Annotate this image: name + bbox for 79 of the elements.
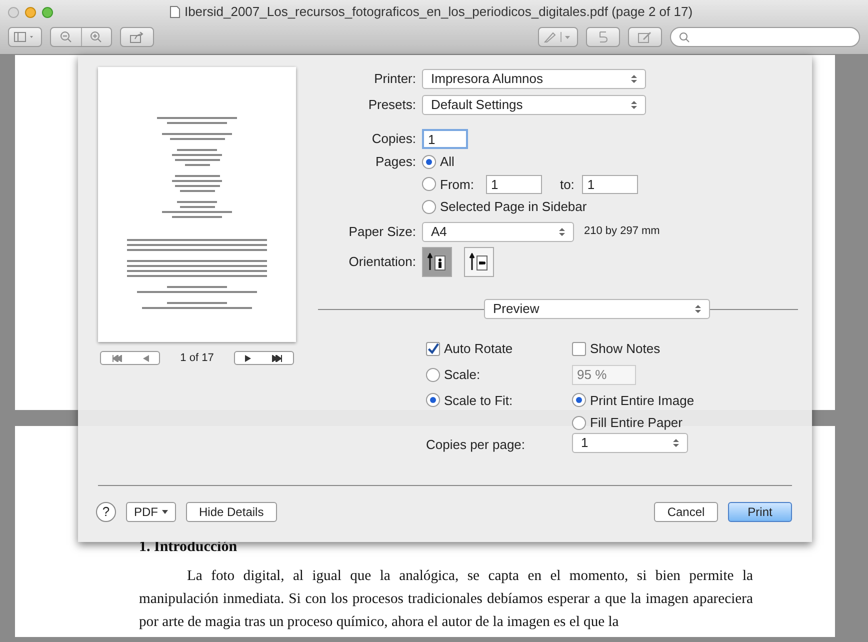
radio-label: Scale: <box>444 366 480 384</box>
radio-button[interactable] <box>422 200 436 214</box>
body-paragraph: La foto digital, al igual que la analógica, se capta en el momento, si bien permite la manipulación inmediata. Si con los procesos tradicionales debíamos esperar a que la imagen apareciera por arte de magia tras un proceso químico, ahora el autor de la imagen es el que la <box>139 566 753 632</box>
radio-label: Scale to Fit: <box>444 392 513 410</box>
field-label: Presets: <box>367 96 416 114</box>
radio-label: From: <box>440 176 474 194</box>
radio-button[interactable] <box>426 393 440 408</box>
checkbox-label: Show Notes <box>590 340 660 358</box>
zoom-out-icon[interactable] <box>60 31 72 43</box>
share-icon <box>130 32 144 42</box>
radio-label: Selected Page in Sidebar <box>440 198 587 216</box>
checkbox-label: Auto Rotate <box>444 340 513 358</box>
edit-icon <box>638 31 652 43</box>
window-title: Ibersid_2007_Los_recursos_fotograficos_en_los_periodicos_digitales.pdf (page 2 of 17) <box>184 3 693 22</box>
search-field[interactable] <box>670 27 860 47</box>
radio-button[interactable] <box>572 416 586 430</box>
radio-label: All <box>440 153 454 171</box>
help-button[interactable]: ? <box>96 502 116 522</box>
cancel-button[interactable]: Cancel <box>654 502 718 522</box>
field-label: Copies per page: <box>426 436 526 454</box>
checkbox[interactable] <box>572 342 586 356</box>
stepper-arrows-icon <box>631 74 637 84</box>
field-label: Pages: <box>374 153 416 171</box>
edit-button[interactable] <box>628 27 662 47</box>
zoom-control[interactable] <box>50 27 112 47</box>
stepper-arrows-icon <box>631 100 637 110</box>
paper-dimensions: 210 by 297 mm <box>584 224 660 240</box>
field-label: Printer: <box>373 70 416 88</box>
checkbox[interactable] <box>426 342 440 356</box>
zoom-button[interactable] <box>42 6 53 18</box>
rotate-button[interactable] <box>586 27 620 47</box>
previous-page-icon[interactable] <box>142 354 148 362</box>
close-button[interactable] <box>8 6 19 18</box>
pdf-file-icon <box>170 6 180 18</box>
sidebar-toggle-button[interactable] <box>8 27 42 47</box>
print-button[interactable]: Print <box>728 502 792 522</box>
hide-details-button[interactable]: Hide Details <box>186 502 277 522</box>
pdf-menu-button[interactable]: PDF <box>126 502 176 522</box>
section-heading: 1. Introducción <box>139 538 238 557</box>
section-popup[interactable]: Preview <box>484 299 710 319</box>
last-page-icon[interactable] <box>272 354 282 362</box>
rotate-icon <box>598 31 608 43</box>
next-page-icon[interactable] <box>245 354 252 362</box>
field-label: Paper Size: <box>348 222 416 241</box>
paper-size-popup[interactable]: A4 <box>422 222 574 242</box>
stepper-arrows-icon <box>695 304 701 314</box>
page-counter: 1 of 17 <box>180 351 214 366</box>
first-page-icon[interactable] <box>112 354 122 362</box>
printer-popup[interactable]: Impresora Alumnos <box>422 69 646 89</box>
stepper-arrows-icon <box>673 438 679 448</box>
orientation-button[interactable] <box>464 246 494 276</box>
pen-icon <box>543 31 573 43</box>
sidebar-icon <box>14 32 36 42</box>
first-previous-page-buttons[interactable] <box>100 351 160 366</box>
field-label: Orientation: <box>348 252 416 271</box>
zoom-in-icon[interactable] <box>90 31 102 43</box>
radio-button[interactable] <box>422 177 436 192</box>
minimize-button[interactable] <box>25 6 36 18</box>
radio-button[interactable] <box>426 368 440 382</box>
landscape-orientation-icon <box>469 252 489 270</box>
presets-popup[interactable]: Default Settings <box>422 95 646 115</box>
copies-per-page-popup[interactable]: 1 <box>572 432 688 453</box>
share-button[interactable] <box>120 27 154 47</box>
from-page-field[interactable]: 1 <box>486 174 542 194</box>
next-last-page-buttons[interactable] <box>234 351 294 366</box>
radio-label: Print Entire Image <box>590 392 694 410</box>
portrait-orientation-icon <box>427 252 447 270</box>
field-label: to: <box>560 176 574 194</box>
dropdown-arrow-icon <box>162 510 168 514</box>
field-label: Copies: <box>370 130 416 148</box>
copies-field[interactable]: 1 <box>422 129 468 149</box>
stepper-arrows-icon <box>559 226 565 236</box>
annotate-button[interactable] <box>538 27 578 47</box>
radio-button[interactable] <box>572 393 586 408</box>
radio-button[interactable] <box>422 154 436 169</box>
search-icon <box>679 32 690 42</box>
orientation-button[interactable] <box>422 246 452 276</box>
to-page-field[interactable]: 1 <box>582 174 638 194</box>
radio-label: Fill Entire Paper <box>590 414 682 432</box>
